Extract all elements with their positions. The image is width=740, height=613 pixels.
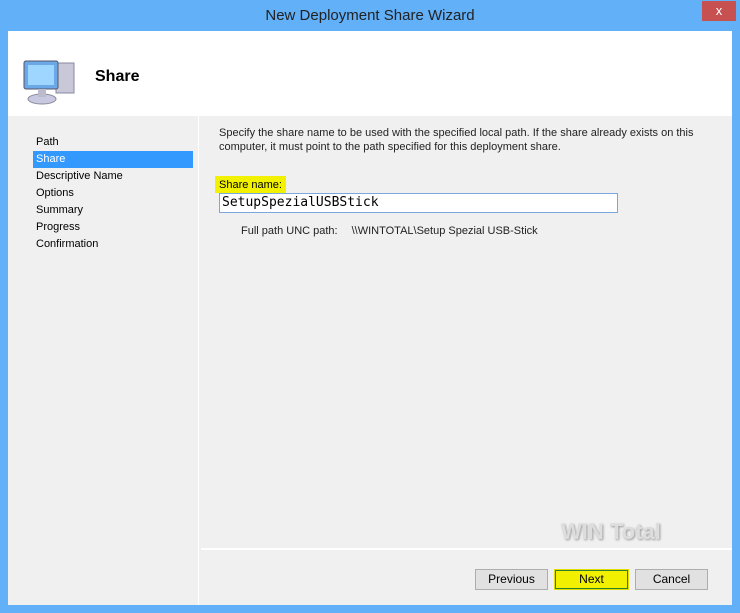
step-confirmation[interactable]: Confirmation [33, 236, 193, 253]
step-share[interactable]: Share [33, 151, 193, 168]
step-summary[interactable]: Summary [33, 202, 193, 219]
step-options[interactable]: Options [33, 185, 193, 202]
divider [201, 548, 732, 550]
close-button[interactable]: x [702, 1, 736, 21]
cancel-button[interactable]: Cancel [635, 569, 708, 590]
share-name-input[interactable]: SetupSpezialUSBStick [219, 193, 618, 213]
window-title: New Deployment Share Wizard [265, 7, 475, 24]
page-title: Share [95, 68, 140, 85]
computer-icon [23, 60, 75, 105]
unc-path-row: Full path UNC path: \\WINTOTAL\Setup Spez… [241, 225, 538, 237]
next-button[interactable]: Next [554, 569, 629, 590]
wintotal-watermark: WIN Total [561, 519, 661, 544]
step-progress[interactable]: Progress [33, 219, 193, 236]
wizard-client: Share Path Share Descriptive Name Option… [8, 31, 732, 605]
wizard-header: Share [8, 31, 732, 116]
step-descriptive-name[interactable]: Descriptive Name [33, 168, 193, 185]
wizard-steps: Path Share Descriptive Name Options Summ… [9, 116, 199, 605]
step-path[interactable]: Path [33, 134, 193, 151]
share-name-label: Share name: [215, 176, 286, 193]
main-panel: Specify the share name to be used with t… [201, 116, 732, 549]
unc-path-label: Full path UNC path: [241, 225, 338, 237]
unc-path-value: \\WINTOTAL\Setup Spezial USB-Stick [351, 225, 538, 237]
description: Specify the share name to be used with t… [219, 127, 694, 153]
previous-button[interactable]: Previous [475, 569, 548, 590]
